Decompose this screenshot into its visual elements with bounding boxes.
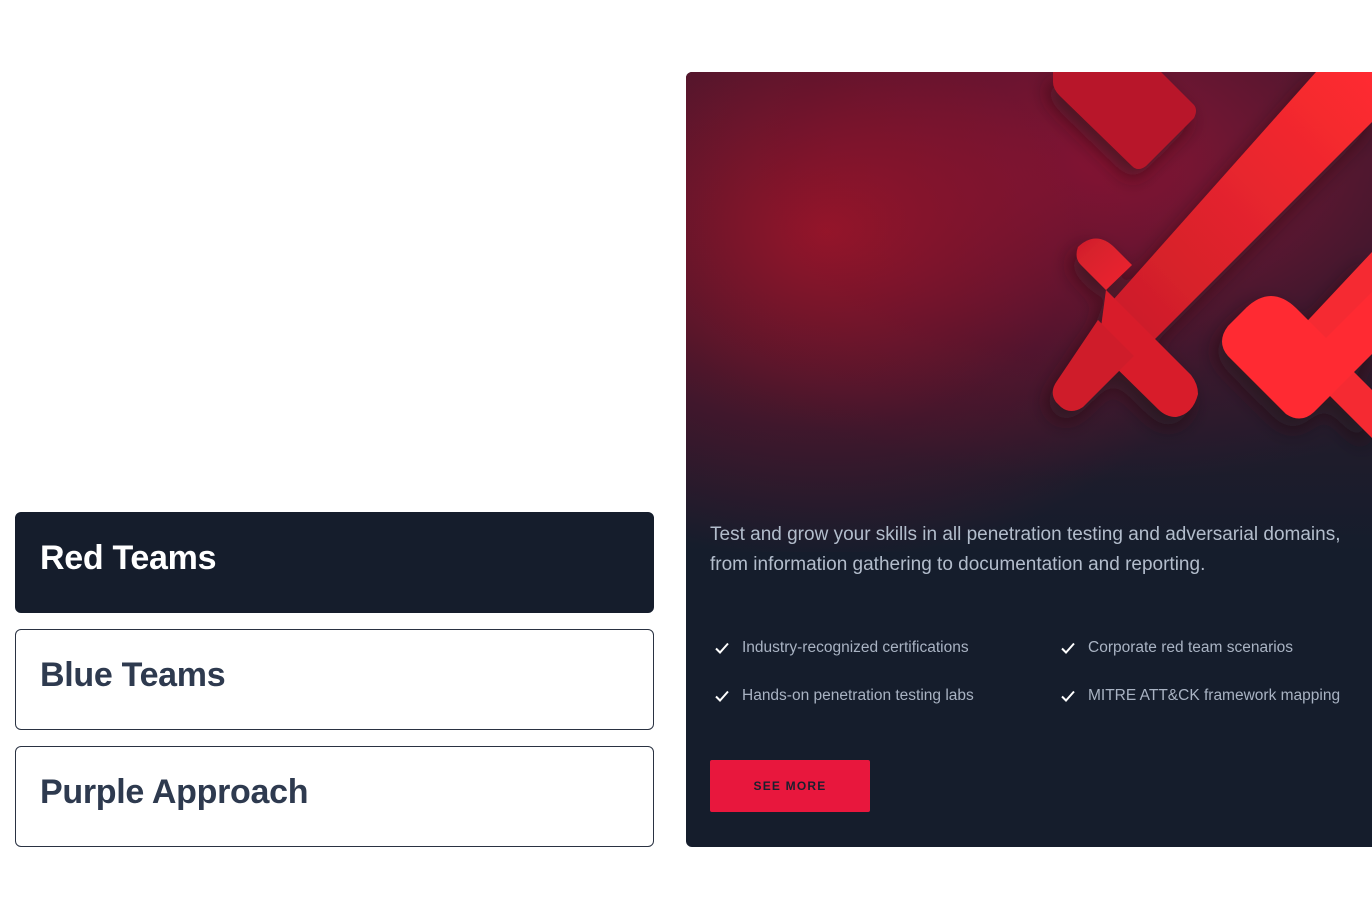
feature-item: Industry-recognized certifications <box>714 639 969 657</box>
hero-illustration <box>686 72 1372 552</box>
feature-label: Hands-on penetration testing labs <box>742 687 974 704</box>
tab-label: Red Teams <box>40 539 217 577</box>
check-icon <box>1061 690 1075 702</box>
see-more-button[interactable]: SEE MORE <box>710 760 870 812</box>
check-icon <box>1061 642 1075 654</box>
check-icon <box>715 690 729 702</box>
tab-label: Blue Teams <box>40 656 226 694</box>
panel-description: Test and grow your skills in all penetra… <box>710 524 1341 575</box>
team-tabs: Red Teams Blue Teams Purple Approach <box>15 512 654 863</box>
tab-label: Purple Approach <box>40 773 309 811</box>
tab-blue-teams[interactable]: Blue Teams <box>15 629 654 730</box>
crossed-swords-icon <box>1052 72 1372 438</box>
tab-purple-approach[interactable]: Purple Approach <box>15 746 654 847</box>
feature-label: MITRE ATT&CK framework mapping <box>1088 687 1341 704</box>
feature-label: Industry-recognized certifications <box>742 639 969 656</box>
feature-item: Corporate red team scenarios <box>1060 639 1293 657</box>
feature-item: MITRE ATT&CK framework mapping <box>1060 687 1340 705</box>
tab-red-teams[interactable]: Red Teams <box>15 512 654 613</box>
feature-item: Hands-on penetration testing labs <box>714 687 974 705</box>
red-teams-panel: Test and grow your skills in all penetra… <box>686 72 1372 847</box>
check-icon <box>715 642 729 654</box>
feature-label: Corporate red team scenarios <box>1088 639 1294 656</box>
